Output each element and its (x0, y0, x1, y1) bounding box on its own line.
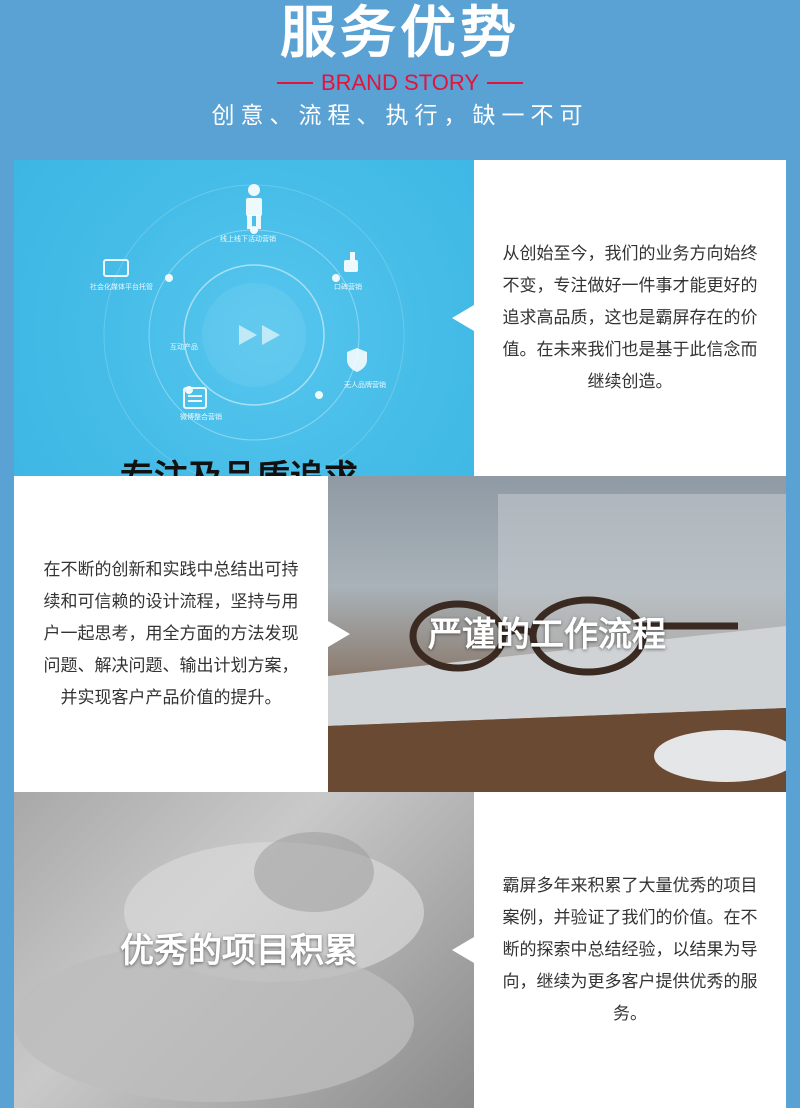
brand-line-right (487, 82, 524, 84)
section-caption-quality: 专注及品质追求 (120, 457, 358, 476)
process-text-panel: 在不断的创新和实践中总结出可持续和可信赖的设计流程，坚持与用户一起思考，用全方面… (14, 476, 328, 792)
pointer-arrow-2 (328, 621, 350, 647)
brand-line-left (276, 82, 313, 84)
pointer-arrow-3 (452, 937, 474, 963)
diagram-label-offline: 线上线下活动营销 (220, 235, 276, 243)
process-image-panel: 严谨的工作流程 (328, 476, 786, 792)
page-subtitle: 创意、流程、执行，缺一不可 (211, 103, 589, 129)
brand-label: BRAND STORY (320, 70, 480, 95)
quality-text-panel: 从创始至今，我们的业务方向始终不变，专注做好一件事才能更好的追求高品质，这也是霸… (474, 160, 786, 476)
section-text-projects: 霸屏多年来积累了大量优秀的项目案例，并验证了我们的价值。在不断的探索中总结经验，… (502, 876, 758, 1024)
section-caption-process: 严谨的工作流程 (428, 615, 666, 655)
service-orbit-diagram (103, 184, 405, 476)
section-text-quality: 从创始至今，我们的业务方向始终不变，专注做好一件事才能更好的追求高品质，这也是霸… (502, 244, 758, 392)
brand-row: BRAND STORY (0, 70, 800, 96)
section-caption-projects: 优秀的项目积累 (120, 931, 358, 971)
diagram-label-weibo: 微博整合营销 (180, 413, 222, 421)
screen-icon (103, 259, 129, 277)
shield-icon (347, 348, 367, 372)
section-text-process: 在不断的创新和实践中总结出可持续和可信赖的设计流程，坚持与用户一起思考，用全方面… (43, 560, 299, 708)
pointer-arrow-1 (452, 305, 474, 331)
projects-text-panel: 霸屏多年来积累了大量优秀的项目案例，并验证了我们的价值。在不断的探索中总结经验，… (474, 792, 786, 1108)
page-title: 服务优势 (280, 1, 520, 66)
diagram-label-wom: 口碑营销 (334, 283, 362, 291)
diagram-label-interactive: 互动产品 (170, 343, 198, 351)
thumbs-up-icon (344, 252, 358, 272)
diagram-label-brand: 无人品牌营销 (344, 381, 386, 389)
projects-image-panel: 优秀的项目积累 (14, 792, 474, 1108)
quality-image-panel: 线上线下活动营销 社会化媒体平台托管 口碑营销 互动产品 无人品牌营销 微博整合… (14, 160, 474, 476)
page-header: 服务优势 BRAND STORY 创意、流程、执行，缺一不可 (0, 0, 800, 160)
diagram-label-social: 社会化媒体平台托管 (90, 283, 153, 291)
person-icon (246, 184, 262, 229)
